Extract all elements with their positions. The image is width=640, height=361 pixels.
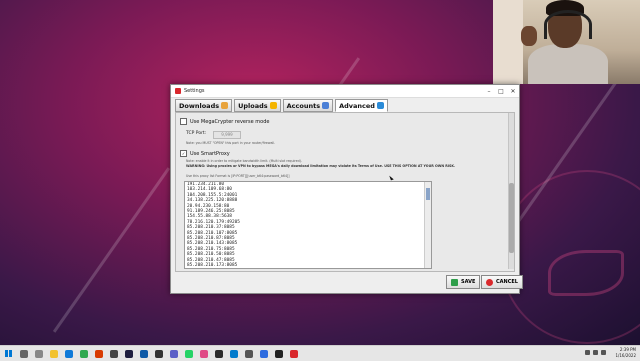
app-icon-7[interactable] bbox=[244, 349, 253, 358]
maximize-icon[interactable]: □ bbox=[495, 88, 507, 95]
proxy-warning: WARNING: Using proxies or VPN to bypass … bbox=[186, 164, 456, 168]
proxy-list-scroll-thumb[interactable] bbox=[426, 188, 430, 200]
teams-icon[interactable] bbox=[169, 349, 178, 358]
tab-label: Advanced bbox=[339, 101, 375, 110]
vscode-icon[interactable] bbox=[229, 349, 238, 358]
smartproxy-checkbox-row[interactable]: ✓ Use SmartProxy bbox=[180, 150, 230, 157]
app-icon-6[interactable] bbox=[214, 349, 223, 358]
tab-accounts[interactable]: Accounts bbox=[282, 99, 334, 112]
close-icon[interactable]: ✕ bbox=[507, 88, 519, 95]
panel-scroll-thumb[interactable] bbox=[509, 183, 514, 253]
app-icon-4[interactable] bbox=[154, 349, 163, 358]
save-label: SAVE bbox=[461, 279, 476, 285]
wallpaper-rog-logo bbox=[548, 250, 624, 296]
proxy-list-rows: 191.234.211.80 103.214.109.68:80 104.208.1… bbox=[185, 182, 431, 270]
clock-date: 1/16/2022 bbox=[615, 352, 636, 358]
start-button[interactable] bbox=[0, 346, 16, 361]
tcp-port-label: TCP Port: bbox=[186, 131, 207, 136]
save-icon bbox=[451, 278, 458, 286]
search-icon[interactable] bbox=[19, 349, 28, 358]
tab-label: Downloads bbox=[179, 101, 220, 110]
taskbar: 2:39 PM 1/16/2022 bbox=[0, 345, 640, 361]
app-icon-9[interactable] bbox=[274, 349, 283, 358]
network-icon[interactable] bbox=[585, 350, 590, 355]
webcam-person-body bbox=[528, 44, 608, 84]
app-icon bbox=[175, 88, 181, 94]
tab-advanced[interactable]: Advanced bbox=[335, 99, 388, 112]
upload-icon bbox=[269, 102, 277, 109]
panel-scrollbar[interactable] bbox=[508, 113, 514, 269]
proxy-list-textarea[interactable]: 191.234.211.80 103.214.109.68:80 104.208.1… bbox=[184, 181, 432, 269]
tab-label: Uploads bbox=[238, 101, 268, 110]
download-icon bbox=[221, 102, 229, 109]
file-explorer-icon[interactable] bbox=[49, 349, 58, 358]
edge-icon[interactable] bbox=[64, 349, 73, 358]
webcam-background bbox=[493, 0, 523, 84]
app-icon-1[interactable] bbox=[109, 349, 118, 358]
save-button[interactable]: SAVE bbox=[446, 275, 481, 289]
gear-icon bbox=[376, 102, 384, 109]
smartproxy-label: Use SmartProxy bbox=[190, 150, 230, 157]
megacrypter-label: Use MegaCrypter reverse mode bbox=[190, 118, 270, 125]
app-icon-5[interactable] bbox=[199, 349, 208, 358]
tcp-port-note: Note: you MUST "OPEN" this port in your … bbox=[186, 141, 276, 145]
accounts-icon bbox=[322, 102, 330, 109]
windows-logo-icon bbox=[4, 350, 12, 357]
task-view-icon[interactable] bbox=[34, 349, 43, 358]
office-icon[interactable] bbox=[94, 349, 103, 358]
clock[interactable]: 2:39 PM 1/16/2022 bbox=[615, 347, 636, 358]
advanced-panel: Use MegaCrypter reverse mode TCP Port: 9… bbox=[175, 112, 515, 272]
proxy-format-note: Use this proxy list Format is [IP:PORT][… bbox=[186, 174, 290, 178]
cancel-button[interactable]: CANCEL bbox=[481, 275, 523, 289]
tcp-port-field[interactable]: 9,999 bbox=[213, 131, 241, 139]
proxy-list-item: 85.208.210.171:8085 bbox=[185, 269, 431, 270]
tab-bar: Downloads Uploads Accounts Advanced bbox=[175, 99, 390, 112]
smartproxy-checkbox[interactable]: ✓ bbox=[180, 150, 187, 157]
whatsapp-icon[interactable] bbox=[184, 349, 193, 358]
window-titlebar[interactable]: Settings – □ ✕ bbox=[171, 85, 519, 98]
volume-icon[interactable] bbox=[593, 350, 598, 355]
tab-label: Accounts bbox=[286, 101, 321, 110]
app-icon-8[interactable] bbox=[259, 349, 268, 358]
wallpaper-slash bbox=[52, 167, 171, 333]
settings-window: Settings – □ ✕ Downloads Uploads Account… bbox=[170, 84, 523, 294]
system-tray bbox=[585, 350, 606, 355]
tab-uploads[interactable]: Uploads bbox=[234, 99, 281, 112]
minimize-icon[interactable]: – bbox=[483, 88, 495, 95]
app-icon-2[interactable] bbox=[124, 349, 133, 358]
battery-icon[interactable] bbox=[601, 350, 606, 355]
proxy-list-scrollbar[interactable] bbox=[424, 182, 431, 268]
window-title: Settings bbox=[184, 88, 205, 94]
chrome-icon[interactable] bbox=[79, 349, 88, 358]
webcam-overlay bbox=[493, 0, 640, 84]
app-icon-3[interactable] bbox=[139, 349, 148, 358]
cancel-icon bbox=[486, 278, 493, 286]
megacrypter-checkbox-row[interactable]: Use MegaCrypter reverse mode bbox=[180, 118, 269, 125]
megabasterd-icon[interactable] bbox=[289, 349, 298, 358]
cancel-label: CANCEL bbox=[496, 279, 518, 285]
smartproxy-note: Note: enable it in order to mitigate ban… bbox=[186, 159, 302, 163]
megacrypter-checkbox[interactable] bbox=[180, 118, 187, 125]
tab-downloads[interactable]: Downloads bbox=[175, 99, 233, 112]
webcam-headset bbox=[544, 10, 592, 39]
webcam-person-hand bbox=[521, 26, 537, 46]
